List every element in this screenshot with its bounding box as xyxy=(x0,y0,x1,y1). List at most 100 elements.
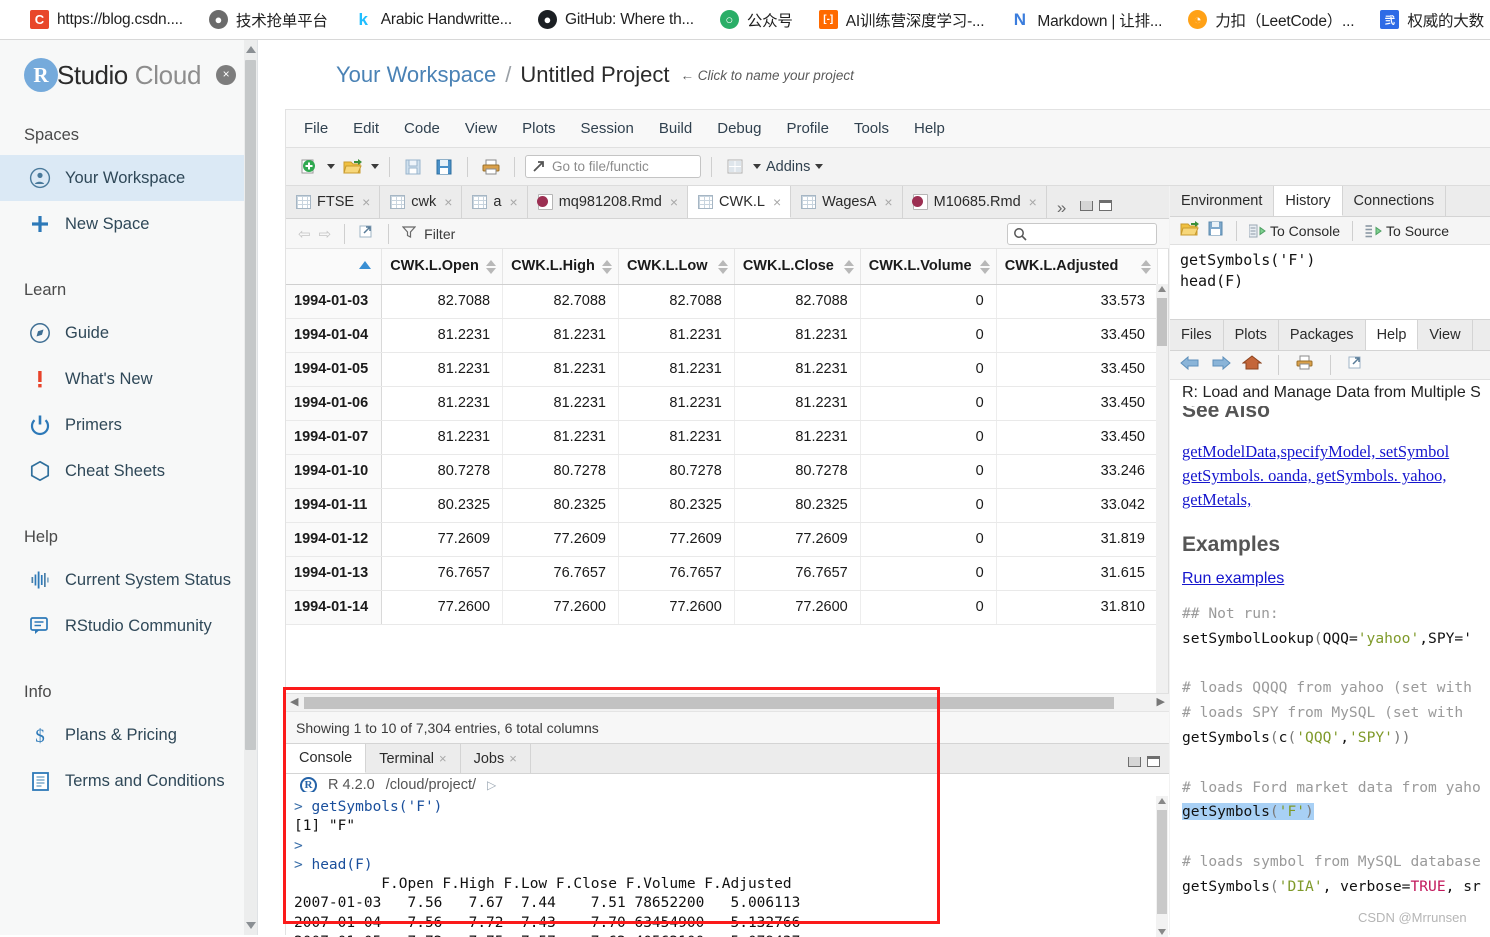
bookmark-item[interactable]: ● 技术抢单平台 xyxy=(208,9,328,31)
sidebar-item-current-system-status[interactable]: Current System Status xyxy=(0,557,257,603)
table-row[interactable]: 1994-01-07 81.2231 81.2231 81.2231 81.2231 0 3… xyxy=(286,420,1159,455)
data-grid-vertical-scrollbar[interactable] xyxy=(1156,284,1168,708)
filter-funnel-icon[interactable] xyxy=(401,225,417,243)
more-tabs-icon[interactable]: » xyxy=(1047,198,1076,218)
menu-debug[interactable]: Debug xyxy=(717,120,761,137)
column-header-cwk-l-low[interactable]: CWK.L.Low xyxy=(618,249,735,285)
sort-desc-icon[interactable] xyxy=(717,268,728,274)
table-row[interactable]: 1994-01-14 77.2600 77.2600 77.2600 77.2600 0 3… xyxy=(286,590,1159,625)
column-header-cwk-l-adjusted[interactable]: CWK.L.Adjusted xyxy=(996,249,1159,285)
tab-connections[interactable]: Connections xyxy=(1342,186,1447,216)
column-header-index[interactable] xyxy=(286,249,383,285)
console-output[interactable]: > getSymbols('F') [1] "F" > > head(F) F.Op… xyxy=(286,792,1169,937)
close-icon[interactable]: × xyxy=(510,194,518,210)
breadcrumb-workspace-link[interactable]: Your Workspace xyxy=(336,62,496,88)
print-icon[interactable] xyxy=(1295,355,1314,376)
tab-jobs[interactable]: Jobs × xyxy=(460,744,531,773)
data-search-input[interactable] xyxy=(1007,223,1157,245)
sidebar-item-new-space[interactable]: New Space xyxy=(0,201,257,247)
save-all-icon[interactable] xyxy=(431,155,457,179)
menu-view[interactable]: View xyxy=(465,120,497,137)
sort-desc-icon[interactable] xyxy=(601,268,612,274)
close-icon[interactable]: × xyxy=(509,751,517,766)
close-icon[interactable]: × xyxy=(362,194,370,210)
data-tab-ftse[interactable]: FTSE × xyxy=(286,186,381,218)
history-entries[interactable]: getSymbols('F') head(F) xyxy=(1170,245,1490,319)
sidebar-item-terms-and-conditions[interactable]: Terms and Conditions xyxy=(0,758,257,804)
sort-desc-icon[interactable] xyxy=(1141,268,1151,274)
bookmark-item[interactable]: 弐权威的大数 xyxy=(1380,9,1484,31)
table-row[interactable]: 1994-01-10 80.7278 80.7278 80.7278 80.7278 0 3… xyxy=(286,454,1159,489)
print-icon[interactable] xyxy=(478,155,504,179)
close-icon[interactable]: × xyxy=(670,194,678,210)
bookmark-item[interactable]: [-] AI训练营深度学习-... xyxy=(818,9,985,31)
data-tab-wagesa[interactable]: WagesA × xyxy=(791,186,903,218)
sort-asc-icon[interactable] xyxy=(486,260,497,266)
sort-desc-icon[interactable] xyxy=(843,268,854,274)
menu-profile[interactable]: Profile xyxy=(786,120,829,137)
tab-files[interactable]: Files xyxy=(1170,320,1224,350)
hscroll-right-icon[interactable]: ▶ xyxy=(1157,695,1165,708)
maximize-pane-icon[interactable] xyxy=(1099,200,1113,211)
table-row[interactable]: 1994-01-03 82.7088 82.7088 82.7088 82.7088 0 3… xyxy=(286,284,1159,319)
grid-hscroll-thumb[interactable] xyxy=(304,697,1114,709)
grid-vscroll-thumb[interactable] xyxy=(1157,298,1167,346)
sort-asc-icon[interactable] xyxy=(601,260,612,266)
data-tab-mq981208-rmd[interactable]: mq981208.Rmd × xyxy=(527,186,689,218)
close-icon[interactable]: × xyxy=(444,194,452,210)
data-grid-horizontal-scrollbar[interactable]: ◀ ▶ xyxy=(286,693,1169,711)
bookmark-item[interactable]: ◔ 力扣（LeetCode）... xyxy=(1188,9,1355,31)
addins-caret-icon[interactable] xyxy=(815,164,824,169)
table-row[interactable]: 1994-01-06 81.2231 81.2231 81.2231 81.2231 0 3… xyxy=(286,386,1159,421)
table-row[interactable]: 1994-01-05 81.2231 81.2231 81.2231 81.2231 0 3… xyxy=(286,352,1159,387)
scroll-up-icon[interactable] xyxy=(246,46,256,53)
menu-plots[interactable]: Plots xyxy=(522,120,555,137)
menu-tools[interactable]: Tools xyxy=(854,120,889,137)
close-icon[interactable]: × xyxy=(216,65,237,85)
back-arrow-icon[interactable] xyxy=(1180,355,1200,376)
table-row[interactable]: 1994-01-04 81.2231 81.2231 81.2231 81.2231 0 3… xyxy=(286,318,1159,353)
open-folder-icon[interactable] xyxy=(1180,220,1200,242)
table-row[interactable]: 1994-01-13 76.7657 76.7657 76.7657 76.7657 0 3… xyxy=(286,556,1159,591)
breadcrumb-project-name[interactable]: Untitled Project xyxy=(520,62,669,88)
help-document-body[interactable]: See Also getModelData,specifyModel, setS… xyxy=(1170,406,1490,937)
menu-help[interactable]: Help xyxy=(914,120,945,137)
tab-packages[interactable]: Packages xyxy=(1278,320,1366,350)
data-forward-icon[interactable]: ⇨ xyxy=(319,225,332,243)
menu-session[interactable]: Session xyxy=(581,120,634,137)
hscroll-left-icon[interactable]: ◀ xyxy=(290,695,298,708)
scroll-down-icon[interactable] xyxy=(246,922,256,929)
data-grid-scroll-region[interactable]: CWK.L.Open CWK.L.High CWK.L.Low CWK.L.Close… xyxy=(286,249,1169,711)
run-examples-link[interactable]: Run examples xyxy=(1182,570,1490,588)
to-source-button[interactable]: To Source xyxy=(1365,223,1449,239)
menu-code[interactable]: Code xyxy=(404,120,440,137)
forward-arrow-icon[interactable] xyxy=(1211,355,1231,376)
sort-asc-icon[interactable] xyxy=(979,260,990,266)
home-icon[interactable] xyxy=(1241,354,1263,376)
table-row[interactable]: 1994-01-11 80.2325 80.2325 80.2325 80.2325 0 3… xyxy=(286,488,1159,523)
sort-desc-icon[interactable] xyxy=(979,268,990,274)
open-folder-icon[interactable] xyxy=(340,155,366,179)
column-header-cwk-l-close[interactable]: CWK.L.Close xyxy=(734,249,861,285)
console-vertical-scrollbar[interactable] xyxy=(1156,796,1168,937)
column-header-cwk-l-volume[interactable]: CWK.L.Volume xyxy=(860,249,997,285)
data-tab-cwk-l[interactable]: CWK.L × xyxy=(688,186,792,218)
sidebar-item-your-workspace[interactable]: Your Workspace xyxy=(0,155,257,201)
save-icon[interactable] xyxy=(1207,220,1224,242)
filter-button-label[interactable]: Filter xyxy=(424,226,455,242)
tab-terminal[interactable]: Terminal × xyxy=(366,744,461,773)
bookmark-item[interactable]: ○ 公众号 xyxy=(719,9,793,31)
column-header-cwk-l-high[interactable]: CWK.L.High xyxy=(502,249,619,285)
popout-icon[interactable] xyxy=(1347,355,1364,375)
grid-scroll-up-icon[interactable] xyxy=(1158,286,1166,292)
menu-build[interactable]: Build xyxy=(659,120,692,137)
bookmark-item[interactable]: N Markdown | 让排... xyxy=(1010,9,1163,31)
new-file-icon[interactable] xyxy=(296,155,322,179)
close-icon[interactable]: × xyxy=(773,194,781,210)
bookmark-item[interactable]: Chttps://blog.csdn.... xyxy=(30,10,183,29)
console-scroll-up-icon[interactable] xyxy=(1158,798,1166,804)
console-maximize-icon[interactable] xyxy=(1147,756,1160,767)
bookmark-item[interactable]: ● GitHub: Where th... xyxy=(537,10,694,29)
sidebar-scroll-thumb[interactable] xyxy=(245,60,256,750)
console-scroll-down-icon[interactable] xyxy=(1158,929,1166,935)
